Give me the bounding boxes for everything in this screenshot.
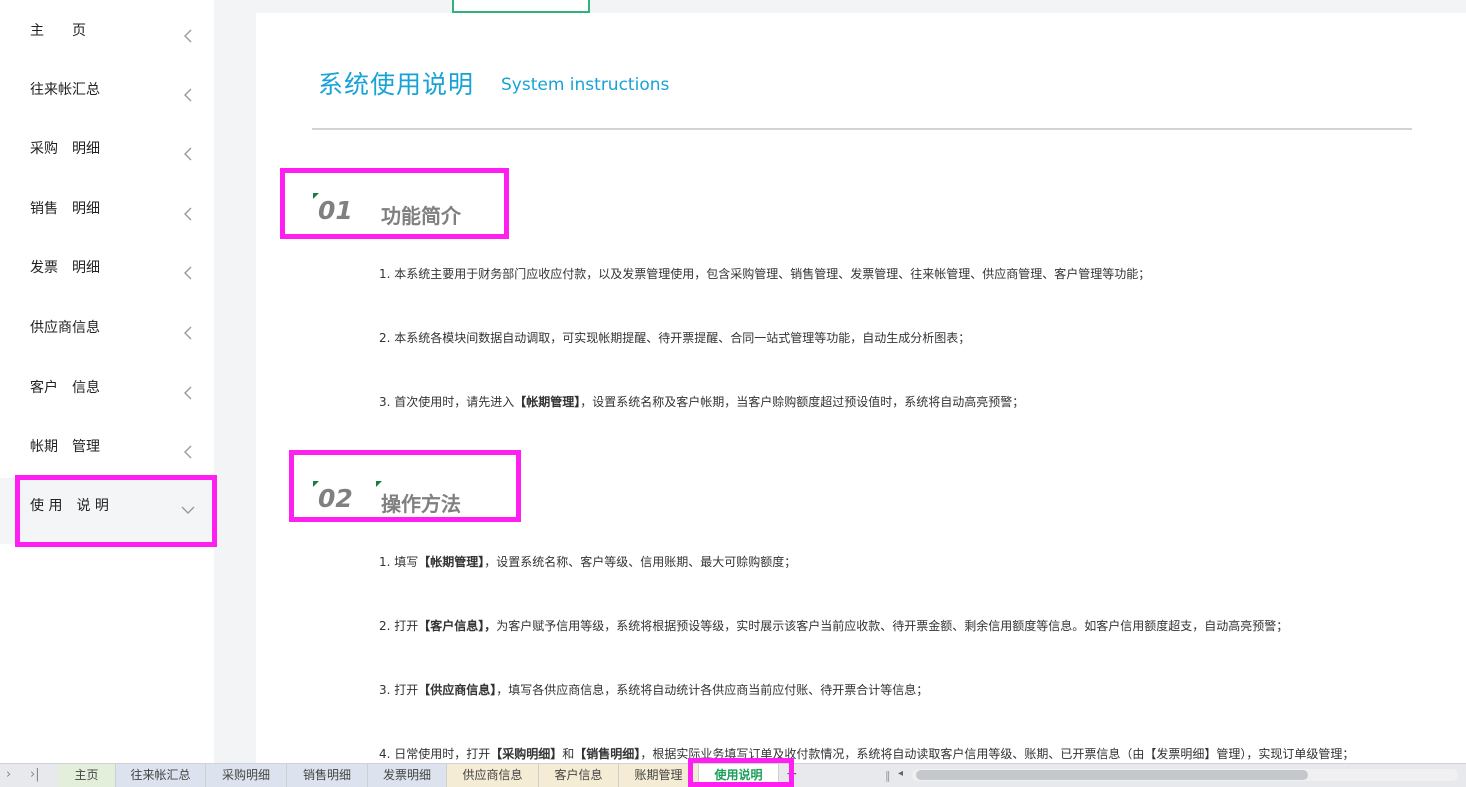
nav-item-label: 供应商信息 bbox=[30, 320, 100, 336]
nav-item-label: 帐期 管理 bbox=[30, 439, 100, 455]
nav-item-account-summary[interactable]: 往来帐汇总 bbox=[0, 73, 214, 131]
scrollbar-thumb[interactable] bbox=[916, 770, 1308, 780]
tab-nav-last-icon[interactable]: ›| bbox=[30, 767, 40, 782]
nav-item-customer-info[interactable]: 客户 信息 bbox=[0, 371, 214, 429]
nav-item-sales-detail[interactable]: 销售 明细 bbox=[0, 192, 214, 250]
sheet-tab-customer[interactable]: 客户信息 bbox=[539, 764, 619, 787]
chevron-left-icon bbox=[184, 266, 192, 280]
chevron-left-icon bbox=[184, 386, 192, 400]
scroll-left-icon[interactable]: ◂ bbox=[898, 768, 903, 779]
page-title: 系统使用说明 bbox=[318, 70, 475, 99]
section1-item-3: 3. 首次使用时，请先进入【帐期管理】，设置系统名称及客户帐期，当客户赊购额度超… bbox=[379, 395, 1025, 409]
chevron-left-icon bbox=[184, 445, 192, 459]
tab-nav-next-icon[interactable]: › bbox=[6, 767, 11, 782]
section-title: 功能简介 bbox=[381, 204, 461, 228]
sheet-tab-home[interactable]: 主页 bbox=[58, 764, 116, 787]
nav-item-home[interactable]: 主 页 bbox=[0, 14, 214, 72]
chevron-left-icon bbox=[184, 88, 192, 102]
sidebar: 主 页 往来帐汇总 采购 明细 销售 明细 发票 明细 供应商信息 客户 信息 … bbox=[0, 0, 214, 763]
sheet-tab-invoice[interactable]: 发票明细 bbox=[368, 764, 447, 787]
nav-item-label: 发票 明细 bbox=[30, 260, 100, 276]
section2-item-2: 2. 打开【客户信息】，为客户赋予信用等级，系统将根据预设等级，实时展示该客户当… bbox=[379, 619, 1289, 633]
chevron-left-icon bbox=[184, 326, 192, 340]
section2-item-4: 4. 日常使用时，打开【采购明细】和【销售明细】，根据实际业务填写订单及收付款情… bbox=[379, 747, 1355, 761]
nav-item-supplier-info[interactable]: 供应商信息 bbox=[0, 311, 214, 369]
nav-item-invoice-detail[interactable]: 发票 明细 bbox=[0, 251, 214, 309]
instructions-content: 系统使用说明 System instructions 01 功能简介 1. 本系… bbox=[256, 13, 1466, 763]
add-sheet-icon[interactable]: + bbox=[786, 766, 798, 782]
section-number: 01 bbox=[318, 196, 353, 225]
sheet-tab-account-summary[interactable]: 往来帐汇总 bbox=[116, 764, 206, 787]
chevron-left-icon bbox=[184, 207, 192, 221]
tab-split-handle[interactable]: ‖ bbox=[885, 769, 891, 782]
chevron-down-icon bbox=[181, 506, 195, 514]
sheet-gutter bbox=[214, 0, 254, 763]
sheet-tab-purchase[interactable]: 采购明细 bbox=[206, 764, 287, 787]
sheet-tab-instructions[interactable]: 使用说明 bbox=[699, 764, 779, 787]
page-subtitle: System instructions bbox=[501, 75, 670, 95]
chevron-left-icon bbox=[184, 147, 192, 161]
nav-item-label: 客户 信息 bbox=[30, 380, 100, 396]
nav-item-instructions[interactable]: 使 用 说 明 bbox=[0, 478, 214, 544]
section1-item-2: 2. 本系统各模块间数据自动调取，可实现帐期提醒、待开票提醒、合同一站式管理等功… bbox=[379, 331, 971, 345]
sheet-tab-sales[interactable]: 销售明细 bbox=[287, 764, 368, 787]
nav-item-label: 采购 明细 bbox=[30, 141, 100, 157]
comment-marker-icon bbox=[376, 481, 382, 487]
selected-cell[interactable] bbox=[452, 0, 590, 13]
section2-item-3: 3. 打开【供应商信息】，填写各供应商信息，系统将自动统计各供应商当前应付账、待… bbox=[379, 683, 929, 697]
section2-item-1: 1. 填写【帐期管理】，设置系统名称、客户等级、信用账期、最大可赊购额度； bbox=[379, 555, 797, 569]
title-divider bbox=[312, 128, 1412, 130]
section-title: 操作方法 bbox=[381, 492, 461, 516]
sheet-tab-account-period[interactable]: 账期管理 bbox=[619, 764, 699, 787]
nav-item-label: 往来帐汇总 bbox=[30, 82, 100, 98]
nav-item-label: 销售 明细 bbox=[30, 201, 100, 217]
section1-item-1: 1. 本系统主要用于财务部门应收应付款，以及发票管理使用，包含采购管理、销售管理… bbox=[379, 267, 1151, 281]
section-number: 02 bbox=[318, 484, 353, 513]
nav-item-label: 主 页 bbox=[30, 23, 86, 39]
sheet-tab-supplier[interactable]: 供应商信息 bbox=[447, 764, 539, 787]
nav-item-label: 使 用 说 明 bbox=[30, 498, 109, 514]
nav-item-purchase-detail[interactable]: 采购 明细 bbox=[0, 132, 214, 190]
chevron-left-icon bbox=[184, 29, 192, 43]
sheet-tab-bar: › ›| 主页 往来帐汇总 采购明细 销售明细 发票明细 供应商信息 客户信息 … bbox=[0, 763, 1466, 787]
